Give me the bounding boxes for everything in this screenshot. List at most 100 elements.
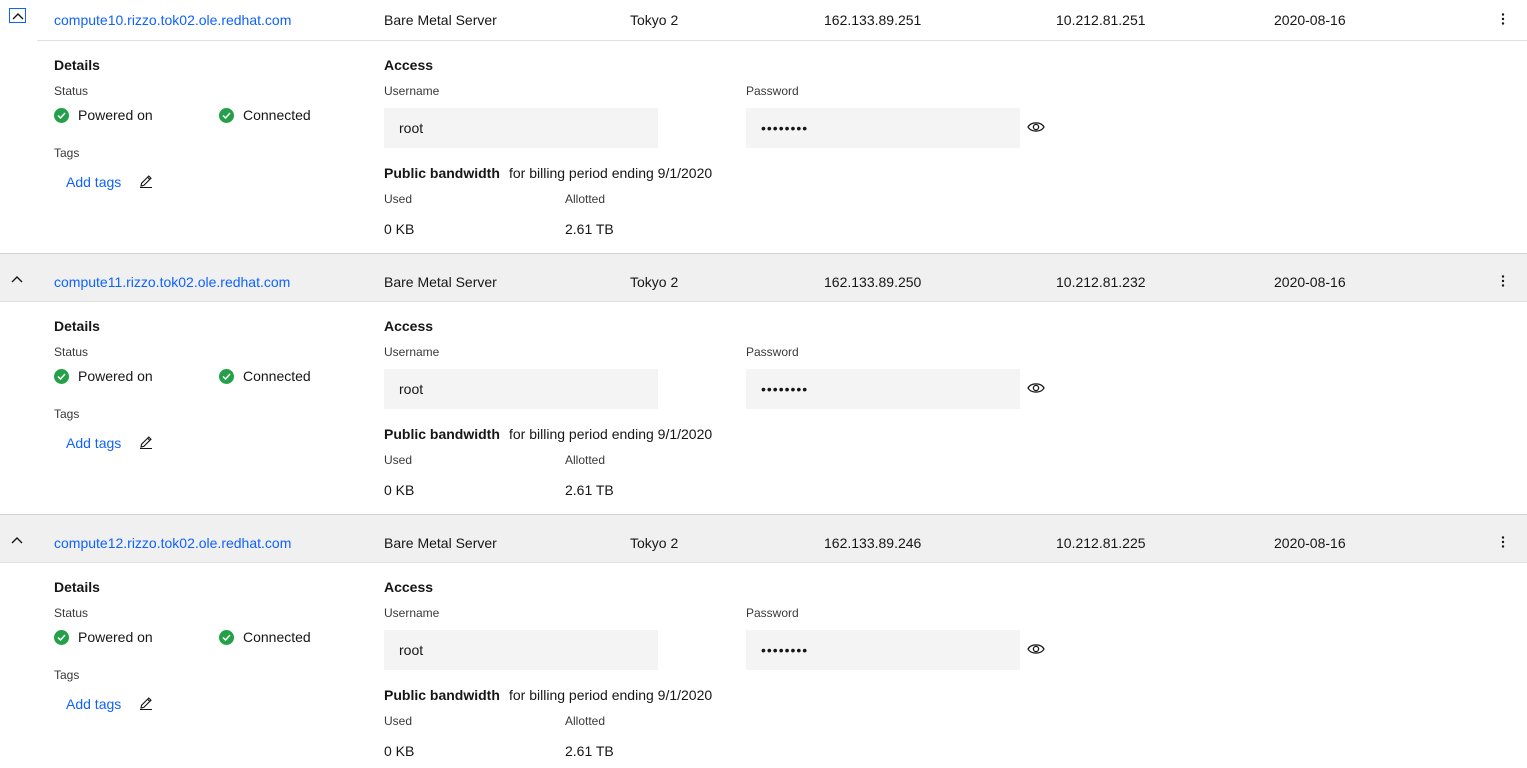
power-status-text: Powered on	[78, 368, 153, 384]
power-status-text: Powered on	[78, 629, 153, 645]
connection-status-text: Connected	[243, 368, 311, 384]
used-value: 0 KB	[384, 482, 415, 498]
allotted-label: Allotted	[565, 453, 606, 467]
username-field[interactable]: root	[384, 630, 658, 670]
bandwidth-heading: Public bandwidth	[384, 165, 500, 181]
connection-status: Connected	[219, 629, 311, 645]
eye-icon[interactable]	[1027, 120, 1045, 134]
bandwidth-period: for billing period ending 9/1/2020	[509, 687, 713, 703]
overflow-menu-vertical-icon	[1501, 13, 1505, 25]
checkmark-filled-icon	[219, 368, 234, 384]
username-field[interactable]: root	[384, 108, 658, 148]
table-row[interactable]: compute11.rizzo.tok02.ole.redhat.com Bar…	[0, 253, 1527, 302]
device-location: Tokyo 2	[630, 12, 679, 28]
access-heading: Access	[384, 318, 434, 334]
status-label: Status	[54, 84, 89, 98]
public-ip: 162.133.89.246	[824, 535, 922, 551]
device-row-expanded: compute11.rizzo.tok02.ole.redhat.com Bar…	[0, 253, 1527, 514]
allotted-value: 2.61 TB	[565, 221, 614, 237]
device-date: 2020-08-16	[1274, 12, 1346, 28]
device-date: 2020-08-16	[1274, 535, 1346, 551]
add-tags-link[interactable]: Add tags	[66, 695, 121, 713]
status-label: Status	[54, 345, 89, 359]
device-type: Bare Metal Server	[384, 535, 497, 551]
power-status: Powered on	[54, 107, 153, 123]
details-heading: Details	[54, 579, 100, 595]
checkmark-filled-icon	[54, 368, 69, 384]
eye-icon[interactable]	[1027, 381, 1045, 395]
password-field[interactable]: ••••••••	[746, 630, 1020, 670]
allotted-label: Allotted	[565, 714, 606, 728]
username-label: Username	[384, 606, 440, 620]
hostname-link[interactable]: compute10.rizzo.tok02.ole.redhat.com	[54, 11, 291, 29]
chevron-up-icon	[11, 537, 23, 544]
pencil-icon[interactable]	[138, 173, 154, 189]
connection-status: Connected	[219, 107, 311, 123]
username-label: Username	[384, 345, 440, 359]
expand-toggle-button[interactable]	[8, 531, 26, 549]
checkmark-filled-icon	[219, 629, 234, 645]
overflow-menu-button[interactable]	[1494, 272, 1512, 290]
bandwidth-period: for billing period ending 9/1/2020	[509, 426, 713, 442]
details-heading: Details	[54, 57, 100, 73]
chevron-up-icon	[11, 276, 23, 283]
bandwidth-period: for billing period ending 9/1/2020	[509, 165, 713, 181]
password-label: Password	[746, 84, 799, 98]
device-location: Tokyo 2	[630, 535, 679, 551]
details-heading: Details	[54, 318, 100, 334]
checkmark-filled-icon	[54, 107, 69, 123]
device-date: 2020-08-16	[1274, 274, 1346, 290]
overflow-menu-vertical-icon	[1501, 536, 1505, 548]
expand-toggle-button[interactable]	[8, 270, 26, 288]
used-label: Used	[384, 714, 413, 728]
allotted-value: 2.61 TB	[565, 743, 614, 759]
chevron-up-icon	[12, 12, 23, 19]
access-heading: Access	[384, 579, 434, 595]
power-status: Powered on	[54, 368, 153, 384]
password-field[interactable]: ••••••••	[746, 369, 1020, 409]
table-row[interactable]: compute10.rizzo.tok02.ole.redhat.com Bar…	[0, 0, 1527, 41]
add-tags-link[interactable]: Add tags	[66, 434, 121, 452]
device-row-expanded: compute12.rizzo.tok02.ole.redhat.com Bar…	[0, 514, 1527, 768]
checkmark-filled-icon	[219, 107, 234, 123]
public-ip: 162.133.89.251	[824, 12, 922, 28]
device-type: Bare Metal Server	[384, 274, 497, 290]
pencil-icon[interactable]	[138, 695, 154, 711]
username-field[interactable]: root	[384, 369, 658, 409]
used-value: 0 KB	[384, 221, 415, 237]
connection-status-text: Connected	[243, 107, 311, 123]
expand-toggle-button[interactable]	[9, 8, 26, 23]
public-ip: 162.133.89.250	[824, 274, 922, 290]
password-label: Password	[746, 606, 799, 620]
access-heading: Access	[384, 57, 434, 73]
tags-label: Tags	[54, 407, 80, 421]
overflow-menu-button[interactable]	[1494, 533, 1512, 551]
bandwidth-heading: Public bandwidth	[384, 687, 500, 703]
device-location: Tokyo 2	[630, 274, 679, 290]
add-tags-link[interactable]: Add tags	[66, 173, 121, 191]
username-label: Username	[384, 84, 440, 98]
bandwidth-heading: Public bandwidth	[384, 426, 500, 442]
tags-label: Tags	[54, 668, 80, 682]
tags-label: Tags	[54, 146, 80, 160]
password-field[interactable]: ••••••••	[746, 108, 1020, 148]
device-row-expanded: compute10.rizzo.tok02.ole.redhat.com Bar…	[0, 0, 1527, 253]
used-label: Used	[384, 192, 413, 206]
allotted-label: Allotted	[565, 192, 606, 206]
pencil-icon[interactable]	[138, 434, 154, 450]
device-type: Bare Metal Server	[384, 12, 497, 28]
eye-icon[interactable]	[1027, 642, 1045, 656]
overflow-menu-button[interactable]	[1494, 10, 1512, 28]
connection-status: Connected	[219, 368, 311, 384]
private-ip: 10.212.81.232	[1056, 274, 1146, 290]
private-ip: 10.212.81.225	[1056, 535, 1146, 551]
power-status: Powered on	[54, 629, 153, 645]
overflow-menu-vertical-icon	[1501, 275, 1505, 287]
allotted-value: 2.61 TB	[565, 482, 614, 498]
table-row[interactable]: compute12.rizzo.tok02.ole.redhat.com Bar…	[0, 514, 1527, 563]
checkmark-filled-icon	[54, 629, 69, 645]
used-label: Used	[384, 453, 413, 467]
status-label: Status	[54, 606, 89, 620]
hostname-link[interactable]: compute11.rizzo.tok02.ole.redhat.com	[54, 273, 290, 291]
hostname-link[interactable]: compute12.rizzo.tok02.ole.redhat.com	[54, 534, 291, 552]
